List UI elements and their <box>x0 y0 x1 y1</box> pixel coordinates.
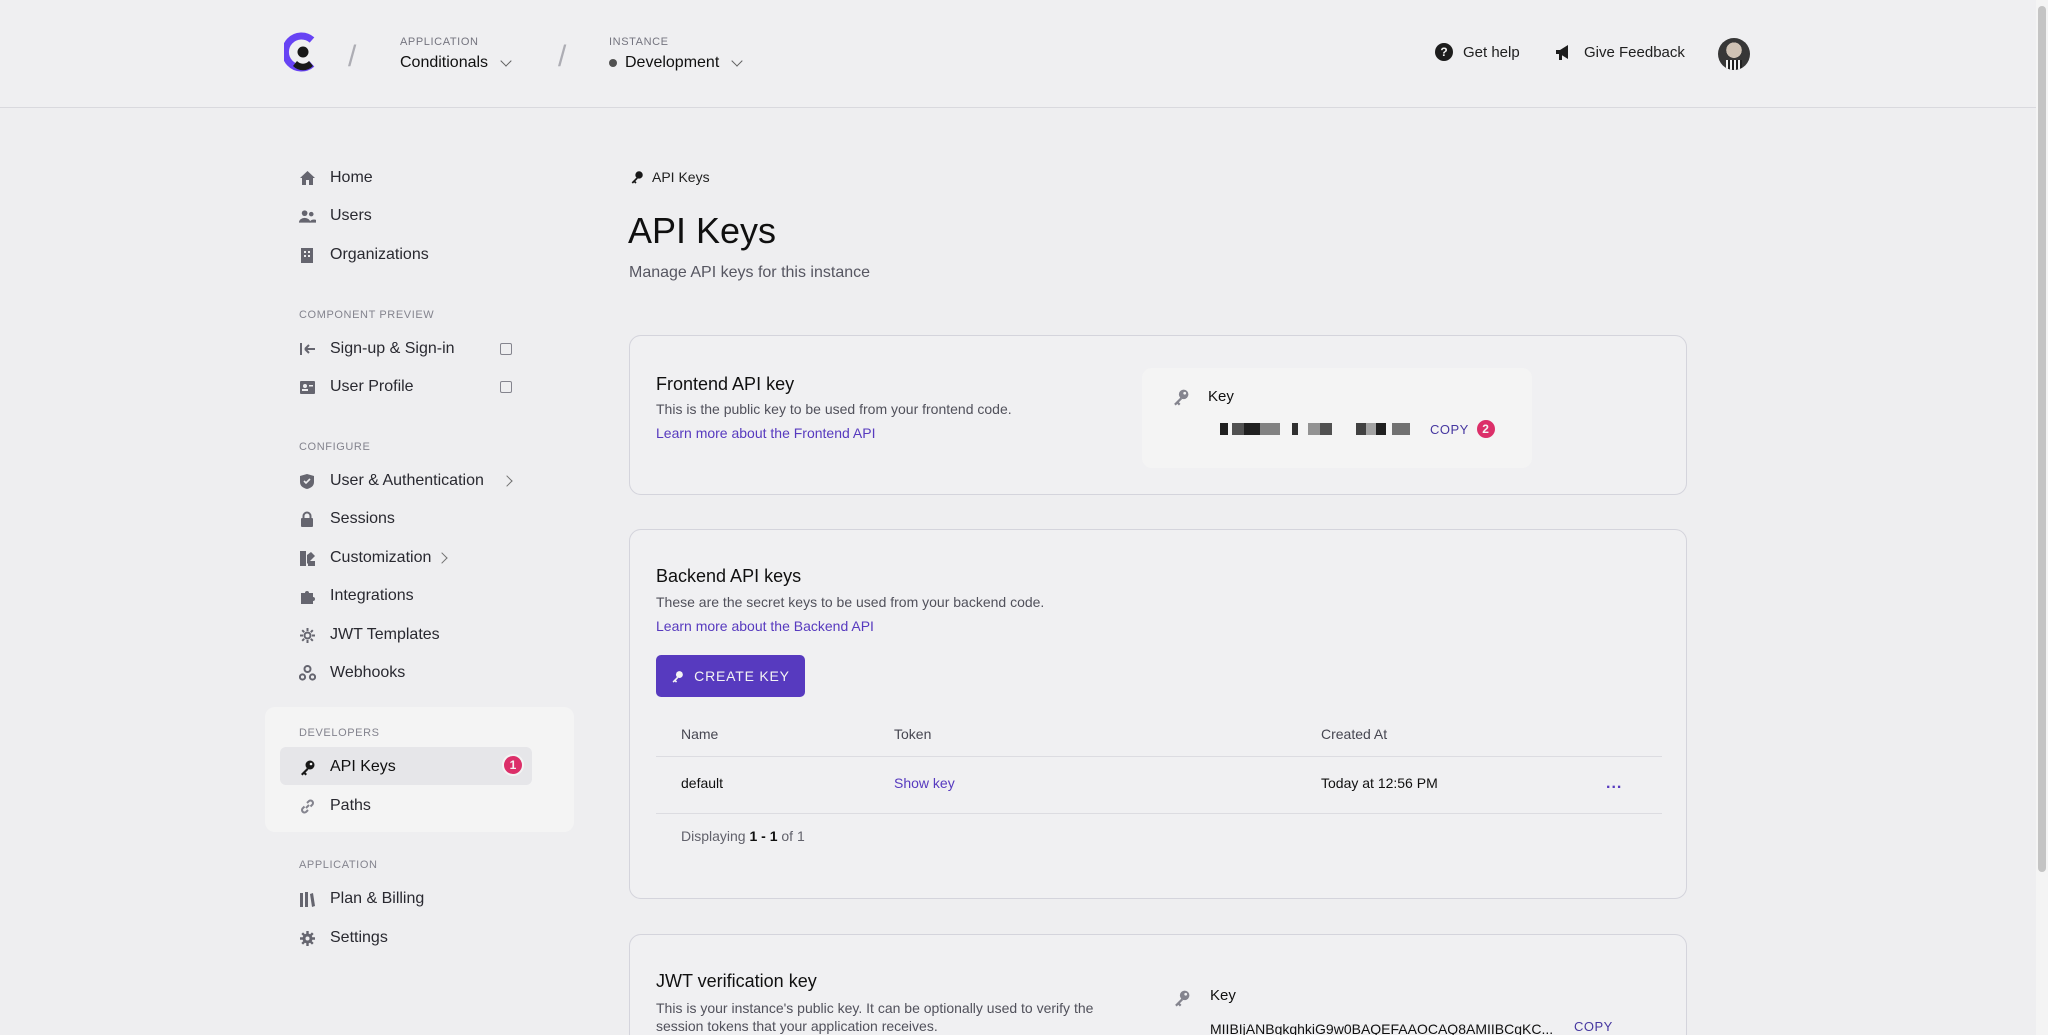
shield-icon <box>298 472 316 490</box>
sidebar-item-api-keys[interactable]: API Keys <box>298 756 396 778</box>
jwt-key-label: Key <box>1210 987 1236 1004</box>
user-avatar[interactable] <box>1718 38 1750 70</box>
key-icon <box>298 758 316 776</box>
created-at-cell: Today at 12:56 PM <box>1321 775 1438 791</box>
palette-icon <box>298 549 316 567</box>
external-link-icon <box>500 343 512 355</box>
sidebar-item-sign-up-sign-in[interactable]: Sign-up & Sign-in <box>298 338 512 360</box>
application-name: Conditionals <box>400 54 489 71</box>
sidebar-item-plan-billing[interactable]: Plan & Billing <box>298 888 424 910</box>
profile-card-icon <box>298 378 316 396</box>
webhook-icon <box>298 664 316 682</box>
instance-status-dot <box>609 59 617 67</box>
chevron-down-icon <box>731 55 743 67</box>
clerk-logo[interactable] <box>284 32 320 72</box>
create-key-button[interactable]: CREATE KEY <box>656 655 805 697</box>
gear-star-icon <box>298 626 316 644</box>
sidebar-item-paths[interactable]: Paths <box>298 795 371 817</box>
link-icon <box>298 797 316 815</box>
table-divider <box>656 756 1662 757</box>
building-icon <box>298 246 316 264</box>
backend-api-keys-card: Backend API keys These are the secret ke… <box>629 529 1687 899</box>
column-header-name: Name <box>681 726 719 742</box>
jwt-key-copy-button[interactable]: COPY <box>1574 1019 1613 1034</box>
breadcrumb-separator: / <box>348 40 357 73</box>
megaphone-icon <box>1556 45 1568 60</box>
jwt-card-description-line2: session tokens that your application rec… <box>656 1018 938 1034</box>
pagination-summary: Displaying 1 - 1 of 1 <box>681 828 805 844</box>
table-divider <box>656 813 1662 814</box>
sidebar-item-sessions[interactable]: Sessions <box>298 508 395 530</box>
scrollbar-thumb[interactable] <box>2038 6 2046 872</box>
frontend-key-label: Key <box>1208 388 1234 405</box>
give-feedback-label: Give Feedback <box>1584 43 1685 61</box>
sidebar-item-settings[interactable]: Settings <box>298 927 388 949</box>
frontend-card-description: This is the public key to be used from y… <box>656 401 1012 417</box>
sidebar-item-customization[interactable]: Customization <box>298 547 448 569</box>
key-icon <box>672 670 684 683</box>
get-help-button[interactable]: ? Get help <box>1435 43 1520 61</box>
section-configure: CONFIGURE <box>299 441 371 453</box>
breadcrumb: API Keys <box>630 169 710 185</box>
top-header: / APPLICATION Conditionals / INSTANCE De… <box>0 0 2036 108</box>
chevron-down-icon <box>500 55 512 67</box>
sidebar-item-webhooks[interactable]: Webhooks <box>298 662 405 684</box>
section-application: APPLICATION <box>299 859 378 871</box>
chevron-right-icon <box>501 475 513 487</box>
sidebar-item-user-profile[interactable]: User Profile <box>298 376 512 398</box>
column-header-token: Token <box>894 726 932 742</box>
instance-name: Development <box>625 54 720 71</box>
give-feedback-button[interactable]: Give Feedback <box>1554 43 1685 61</box>
step-badge-2: 2 <box>1474 418 1497 440</box>
page: / APPLICATION Conditionals / INSTANCE De… <box>0 0 2036 1035</box>
frontend-key-highlight: Key COPY 2 <box>1142 368 1532 468</box>
backend-card-title: Backend API keys <box>656 566 802 586</box>
frontend-key-copy-button[interactable]: COPY 2 <box>1430 418 1497 440</box>
jwt-card-title: JWT verification key <box>656 971 817 991</box>
application-switcher[interactable]: APPLICATION Conditionals <box>400 36 512 72</box>
jwt-key-value: MIIBIjANBgkqhkiG9w0BAQEFAAOCAQ8AMIIBCgKC… <box>1210 1021 1554 1035</box>
lock-icon <box>298 510 316 528</box>
application-label: APPLICATION <box>400 36 479 48</box>
key-icon <box>1172 388 1190 411</box>
key-name-cell: default <box>681 775 724 791</box>
row-actions-menu-button[interactable]: ... <box>1606 775 1622 793</box>
home-icon <box>298 169 316 187</box>
frontend-card-title: Frontend API key <box>656 374 795 394</box>
chevron-right-icon <box>436 552 448 564</box>
frontend-api-docs-link[interactable]: Learn more about the Frontend API <box>656 425 875 441</box>
show-key-link[interactable]: Show key <box>894 775 955 791</box>
puzzle-icon <box>298 587 316 605</box>
get-help-label: Get help <box>1463 43 1520 61</box>
page-title: API Keys <box>628 210 777 251</box>
sidebar-item-jwt-templates[interactable]: JWT Templates <box>298 624 440 646</box>
key-icon <box>631 171 643 184</box>
breadcrumb-current: API Keys <box>652 169 710 185</box>
section-developers: DEVELOPERS <box>299 727 380 739</box>
external-link-icon <box>500 381 512 393</box>
column-header-created-at: Created At <box>1321 726 1388 742</box>
sign-in-icon <box>298 340 316 358</box>
sidebar-item-users[interactable]: Users <box>298 205 372 227</box>
frontend-key-value-redacted <box>1220 423 1410 435</box>
key-icon <box>1173 989 1191 1012</box>
users-icon <box>298 207 316 225</box>
section-component-preview: COMPONENT PREVIEW <box>299 309 435 321</box>
sidebar-item-home[interactable]: Home <box>298 167 373 189</box>
sidebar-item-organizations[interactable]: Organizations <box>298 244 429 266</box>
page-subtitle: Manage API keys for this instance <box>629 264 871 281</box>
sidebar-item-user-authentication[interactable]: User & Authentication <box>298 470 513 492</box>
billing-icon <box>298 890 316 908</box>
breadcrumb-separator: / <box>558 40 567 73</box>
gear-icon <box>298 929 316 947</box>
instance-label: INSTANCE <box>609 36 669 48</box>
step-badge-1: 1 <box>502 754 524 776</box>
help-icon: ? <box>1435 43 1453 61</box>
jwt-card-description-line1: This is your instance's public key. It c… <box>656 1000 1094 1016</box>
jwt-verification-key-card: JWT verification key This is your instan… <box>629 934 1687 1035</box>
sidebar-item-integrations[interactable]: Integrations <box>298 585 414 607</box>
backend-api-docs-link[interactable]: Learn more about the Backend API <box>656 618 874 634</box>
instance-switcher[interactable]: INSTANCE Development <box>609 36 743 72</box>
backend-card-description: These are the secret keys to be used fro… <box>656 594 1045 610</box>
